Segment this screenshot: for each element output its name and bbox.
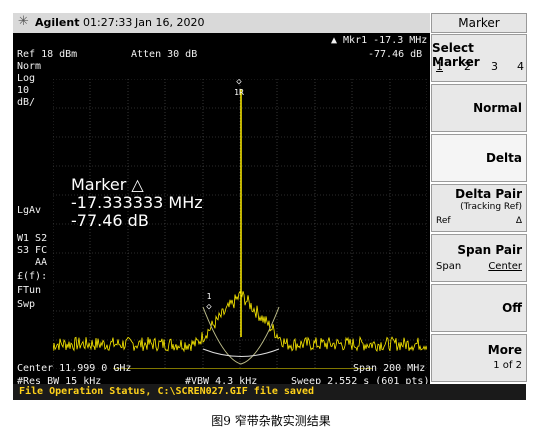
lower-envelope [202,348,280,357]
marker-delta-box: Marker △ -17.333333 MHz -77.46 dB [71,176,203,230]
select-marker-button[interactable]: Select Marker 1 2 3 4 [431,34,527,82]
status-bar: File Operation Status, C:\SCREN027.GIF f… [13,384,526,400]
select-option-1[interactable]: 1 [436,60,443,73]
select-marker-label: Select Marker [432,41,480,69]
lgav-label: LgAv [17,205,42,216]
w1-label: W1 S2 [17,233,48,244]
marker-box-title: Marker △ [71,175,144,194]
status-text: File Operation Status, C:\SCREN027.GIF f… [19,386,315,397]
softkey-menu-title: Marker [431,13,527,33]
marker-readout: ▲ Mkr1 -17.3 MHz [331,35,428,46]
marker-value: -77.46 dB [368,49,423,60]
center-freq: Center 11.999 0 GHz [17,363,132,374]
asterisk-icon: ✳ [18,14,29,29]
ref-marker-label: 1R [234,88,244,97]
s3-label: S3 FC [17,245,48,256]
off-label: Off [502,301,522,315]
marker-box-freq: -17.333333 MHz [71,193,203,212]
marker1-label: 1 [207,292,212,301]
attenuation: Atten 30 dB [131,49,198,60]
top-bar: ✳ Agilent 01:27:33 Jan 16, 2020 [13,13,430,33]
span-pair-button[interactable]: Span Pair Span Center [431,234,527,282]
ref-marker-diamond: ◇ [236,79,242,87]
span-value: Span 200 MHz [353,363,426,374]
log-label: Log [17,73,36,84]
date-label: Jan 16, 2020 [135,16,205,29]
off-button[interactable]: Off [431,284,527,332]
figure-caption: 图9 窄带杂散实测结果 [211,414,331,428]
marker1-diamond: ◇ [206,302,212,312]
swp-label: Swp [17,299,36,310]
more-button[interactable]: More 1 of 2 [431,334,527,382]
span-pair-center: Center [488,261,522,272]
select-option-3[interactable]: 3 [491,60,498,73]
more-page: 1 of 2 [493,360,522,371]
time-label: 01:27:33 [83,16,133,29]
analyzer-screen: ✳ Agilent 01:27:33 Jan 16, 2020 ▲ Mkr1 -… [13,13,430,399]
delta-pair-delta: Δ [515,216,522,226]
tracking-ref-label: (Tracking Ref) [460,202,522,212]
marker-box-amp: -77.46 dB [71,211,149,230]
ref-level: Ref 18 dBm [17,49,78,60]
norm-label: Norm [17,61,42,72]
delta-pair-button[interactable]: Delta Pair (Tracking Ref) Ref Δ [431,184,527,232]
unit-label: dB/ [17,97,36,108]
aa-label: AA [35,257,48,268]
normal-label: Normal [473,101,522,115]
delta-pair-label: Delta Pair [455,187,522,201]
brand-label: Agilent [35,16,80,29]
scale-label: 10 [17,85,30,96]
select-option-4[interactable]: 4 [517,60,524,73]
more-label: More [487,343,522,357]
delta-button[interactable]: Delta [431,134,527,182]
delta-label: Delta [485,151,522,165]
ef-label: £(f): [17,271,48,282]
ftun-label: FTun [17,285,42,296]
select-option-2[interactable]: 2 [464,60,471,73]
softkey-panel: Marker Select Marker 1 2 3 4 Normal Delt… [431,13,527,384]
delta-pair-ref: Ref [436,216,451,226]
spectrum-trace [53,290,427,353]
span-pair-label: Span Pair [457,243,522,257]
normal-button[interactable]: Normal [431,84,527,132]
span-pair-span: Span [436,261,462,272]
